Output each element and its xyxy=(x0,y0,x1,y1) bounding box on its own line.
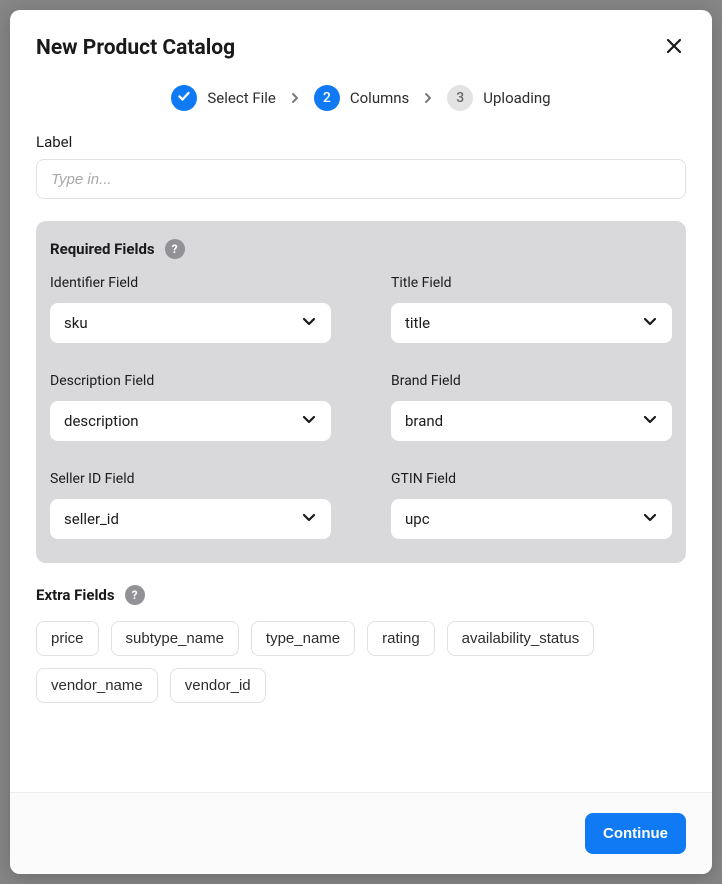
field-label: Identifier Field xyxy=(50,275,331,291)
step-number: 3 xyxy=(456,90,464,106)
help-icon[interactable]: ? xyxy=(165,239,185,259)
select-value: description xyxy=(64,412,139,430)
select-value: sku xyxy=(64,314,88,332)
chip-type-name[interactable]: type_name xyxy=(251,621,355,656)
step-number: 2 xyxy=(323,90,331,106)
field-label: Seller ID Field xyxy=(50,471,331,487)
field-label: Title Field xyxy=(391,275,672,291)
field-label: Brand Field xyxy=(391,373,672,389)
chip-container: price subtype_name type_name rating avai… xyxy=(36,621,686,703)
chip-price[interactable]: price xyxy=(36,621,99,656)
description-select[interactable]: description xyxy=(50,401,331,441)
chevron-down-icon xyxy=(642,509,658,529)
label-group: Label xyxy=(36,133,686,199)
chevron-down-icon xyxy=(642,313,658,333)
step-label: Columns xyxy=(350,89,409,107)
step-circle-pending: 3 xyxy=(447,85,473,111)
step-circle-active: 2 xyxy=(314,85,340,111)
chevron-down-icon xyxy=(642,411,658,431)
label-input[interactable] xyxy=(36,159,686,199)
step-columns[interactable]: 2 Columns xyxy=(314,85,409,111)
step-select-file[interactable]: Select File xyxy=(171,85,275,111)
close-button[interactable] xyxy=(662,34,686,61)
help-icon[interactable]: ? xyxy=(125,585,145,605)
modal-footer: Continue xyxy=(10,792,712,874)
step-uploading[interactable]: 3 Uploading xyxy=(447,85,550,111)
step-label: Uploading xyxy=(483,89,550,107)
modal-header: New Product Catalog xyxy=(10,10,712,71)
chip-rating[interactable]: rating xyxy=(367,621,435,656)
extra-fields-section: Extra Fields ? price subtype_name type_n… xyxy=(36,585,686,703)
field-label: GTIN Field xyxy=(391,471,672,487)
gtin-select[interactable]: upc xyxy=(391,499,672,539)
identifier-field-group: Identifier Field sku xyxy=(50,275,331,343)
select-value: upc xyxy=(405,510,430,528)
chevron-right-icon xyxy=(423,91,433,105)
check-icon xyxy=(177,89,191,107)
select-value: seller_id xyxy=(64,510,119,528)
select-value: brand xyxy=(405,412,443,430)
gtin-field-group: GTIN Field upc xyxy=(391,471,672,539)
close-icon xyxy=(666,38,682,57)
chevron-down-icon xyxy=(301,313,317,333)
title-field-group: Title Field title xyxy=(391,275,672,343)
chip-vendor-id[interactable]: vendor_id xyxy=(170,668,266,703)
required-fields-section: Required Fields ? Identifier Field sku T… xyxy=(36,221,686,563)
section-title-row: Extra Fields ? xyxy=(36,585,686,605)
chip-availability-status[interactable]: availability_status xyxy=(447,621,595,656)
brand-field-group: Brand Field brand xyxy=(391,373,672,441)
seller-id-field-group: Seller ID Field seller_id xyxy=(50,471,331,539)
section-title-row: Required Fields ? xyxy=(50,239,672,259)
step-circle-done xyxy=(171,85,197,111)
stepper: Select File 2 Columns 3 Uploading xyxy=(10,71,712,133)
chip-vendor-name[interactable]: vendor_name xyxy=(36,668,158,703)
modal-body: Label Required Fields ? Identifier Field… xyxy=(10,133,712,792)
chevron-down-icon xyxy=(301,509,317,529)
description-field-group: Description Field description xyxy=(50,373,331,441)
brand-select[interactable]: brand xyxy=(391,401,672,441)
chevron-right-icon xyxy=(290,91,300,105)
field-label: Description Field xyxy=(50,373,331,389)
required-fields-title: Required Fields xyxy=(50,240,155,258)
field-grid: Identifier Field sku Title Field title xyxy=(50,275,672,539)
modal: New Product Catalog Select File xyxy=(10,10,712,874)
label-field-label: Label xyxy=(36,133,686,151)
chip-subtype-name[interactable]: subtype_name xyxy=(111,621,239,656)
seller-id-select[interactable]: seller_id xyxy=(50,499,331,539)
extra-fields-title: Extra Fields xyxy=(36,586,115,604)
step-label: Select File xyxy=(207,89,275,107)
continue-button[interactable]: Continue xyxy=(585,813,686,854)
title-select[interactable]: title xyxy=(391,303,672,343)
select-value: title xyxy=(405,314,430,332)
chevron-down-icon xyxy=(301,411,317,431)
modal-title: New Product Catalog xyxy=(36,36,235,60)
identifier-select[interactable]: sku xyxy=(50,303,331,343)
